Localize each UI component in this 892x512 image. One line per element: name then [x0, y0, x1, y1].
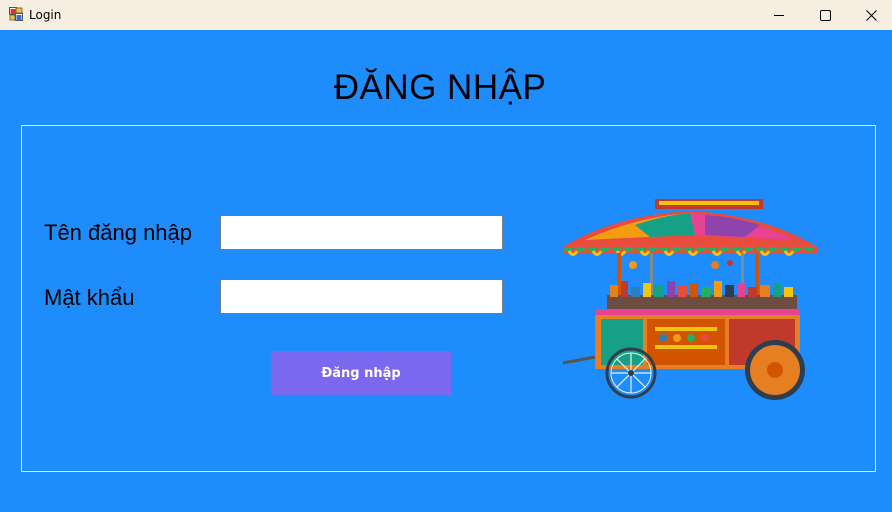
minimize-icon: [774, 10, 784, 20]
close-icon: [865, 9, 877, 21]
login-button[interactable]: Đăng nhập: [271, 351, 451, 395]
username-label: Tên đăng nhập: [44, 220, 193, 245]
maximize-icon: [819, 9, 831, 21]
maximize-button[interactable]: [802, 0, 848, 30]
food-cart-image: [555, 195, 825, 400]
minimize-button[interactable]: [756, 0, 802, 30]
password-input[interactable]: [220, 279, 503, 314]
close-button[interactable]: [848, 0, 892, 30]
app-icon: [9, 7, 23, 21]
password-label: Mật khẩu: [44, 285, 135, 310]
window-title: Login: [29, 8, 62, 22]
page-title: ĐĂNG NHẬP: [333, 68, 547, 107]
title-bar: Login: [0, 0, 892, 30]
username-input[interactable]: [220, 215, 503, 250]
